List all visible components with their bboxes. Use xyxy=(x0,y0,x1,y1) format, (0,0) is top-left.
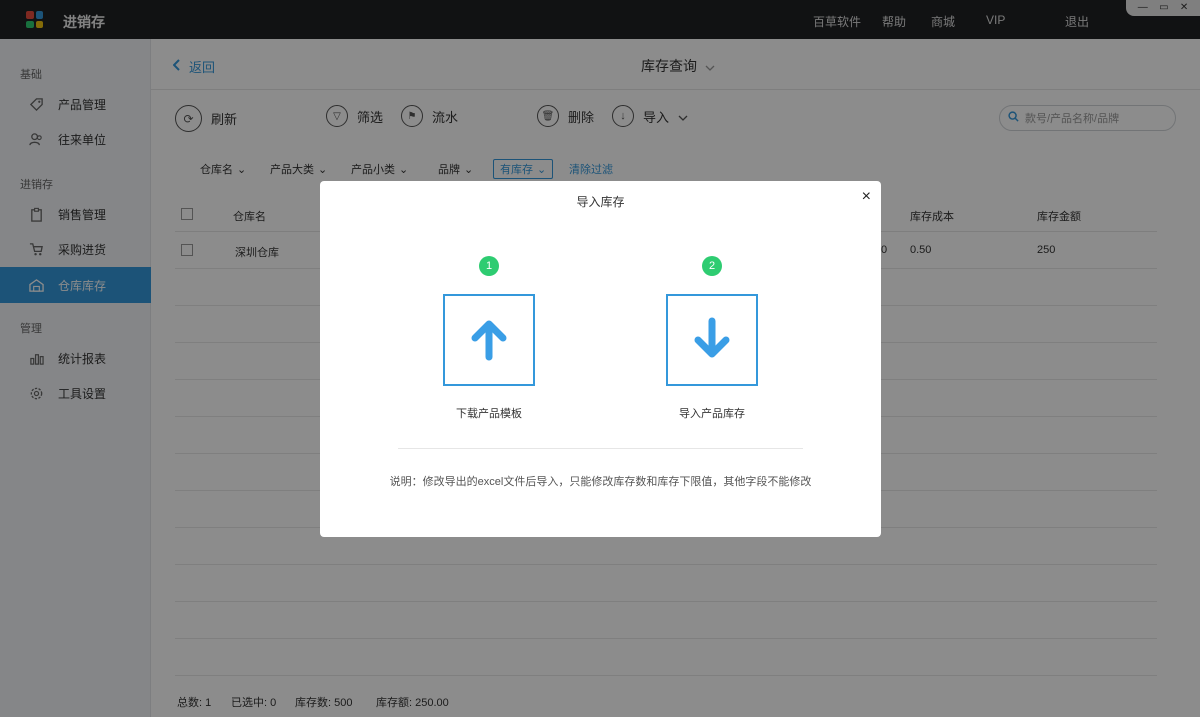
dialog-divider xyxy=(398,448,803,449)
step-1-badge: 1 xyxy=(479,256,499,276)
arrow-up-icon xyxy=(467,317,511,364)
dialog-note: 说明：修改导出的excel文件后导入，只能修改库存数和库存下限值，其他字段不能修… xyxy=(389,476,812,488)
step-2-badge: 2 xyxy=(702,256,722,276)
import-stock-label: 导入产品库存 xyxy=(679,408,745,420)
import-stock-dialog: 导入库存 × 1 下载产品模板 2 导入产品库存 说明：修改导出的excel文件… xyxy=(320,181,881,537)
download-template-label: 下载产品模板 xyxy=(456,408,522,420)
close-icon[interactable]: × xyxy=(862,188,871,206)
download-template-button[interactable] xyxy=(443,294,535,386)
import-stock-button[interactable] xyxy=(666,294,758,386)
arrow-down-icon xyxy=(690,317,734,364)
dialog-title: 导入库存 xyxy=(576,195,625,209)
